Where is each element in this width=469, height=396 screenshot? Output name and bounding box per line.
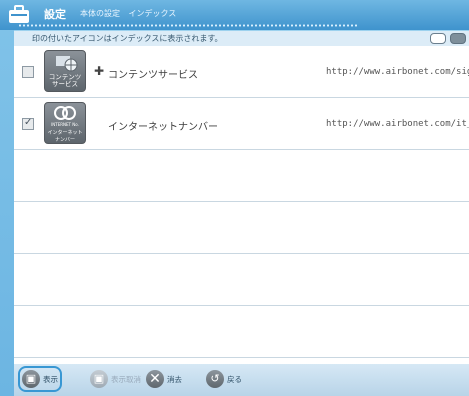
show-label: 表示 xyxy=(43,374,58,384)
info-bar: 印の付いたアイコンはインデックスに表示されます。 xyxy=(14,31,469,47)
item-name: インターネットナンバー xyxy=(108,122,218,133)
title-divider-dots xyxy=(18,24,358,27)
list-item[interactable]: INTERNET No. インターネットナンバー インターネットナンバー htt… xyxy=(14,98,469,150)
visibility-checkbox[interactable] xyxy=(22,66,34,78)
add-sub-item-icon[interactable]: ✚ xyxy=(94,64,104,78)
hide-button[interactable]: ▣ 表示取消 xyxy=(90,370,141,388)
visibility-checkbox[interactable] xyxy=(22,117,34,130)
view-toggle-icon[interactable] xyxy=(430,33,446,44)
icon-caption: コンテンツ サービス xyxy=(48,73,82,88)
globe-monitor-icon xyxy=(56,56,78,72)
hide-label: 表示取消 xyxy=(111,374,141,384)
empty-row xyxy=(14,306,469,358)
view-toggle-alt-icon[interactable] xyxy=(450,33,466,44)
show-button[interactable]: ▣ 表示 xyxy=(18,366,62,392)
breadcrumb-item: インデックス xyxy=(128,9,177,18)
empty-row xyxy=(14,254,469,306)
index-note: 印の付いたアイコンはインデックスに表示されます。 xyxy=(32,34,223,43)
close-icon: ✕ xyxy=(146,370,164,388)
breadcrumb-item: 本体の設定 xyxy=(80,9,120,18)
icon-caption-top: INTERNET No. xyxy=(51,122,79,127)
hide-icon: ▣ xyxy=(90,370,108,388)
delete-label: 消去 xyxy=(167,374,182,384)
undo-icon: ↺ xyxy=(206,370,224,388)
delete-button[interactable]: ✕ 消去 xyxy=(146,370,182,388)
contents-service-icon: コンテンツ サービス xyxy=(44,50,86,92)
internet-number-icon: INTERNET No. インターネットナンバー xyxy=(44,102,86,144)
bottom-toolbar: ▣ 表示 ▣ 表示取消 ✕ 消去 ↺ 戻る xyxy=(14,364,469,396)
list-item[interactable]: コンテンツ サービス ✚ コンテンツサービス http://www.airbone… xyxy=(14,46,469,98)
empty-row xyxy=(14,202,469,254)
title-bar: 設定 本体の設定 インデックス xyxy=(0,0,469,30)
empty-row xyxy=(14,150,469,202)
left-frame-strip xyxy=(0,30,14,396)
icon-caption: インターネットナンバー xyxy=(47,130,83,143)
item-url: http://www.airbonet.com/sign xyxy=(326,67,469,77)
page-title: 設定 xyxy=(44,8,66,21)
item-url: http://www.airbonet.com/it_t xyxy=(326,119,469,129)
breadcrumb: 本体の設定 インデックス xyxy=(80,8,182,19)
item-name: コンテンツサービス xyxy=(108,70,198,81)
settings-toolbox-icon xyxy=(9,5,29,23)
index-list: コンテンツ サービス ✚ コンテンツサービス http://www.airbone… xyxy=(14,46,469,364)
show-icon: ▣ xyxy=(22,370,40,388)
back-label: 戻る xyxy=(227,374,242,384)
back-button[interactable]: ↺ 戻る xyxy=(206,370,242,388)
